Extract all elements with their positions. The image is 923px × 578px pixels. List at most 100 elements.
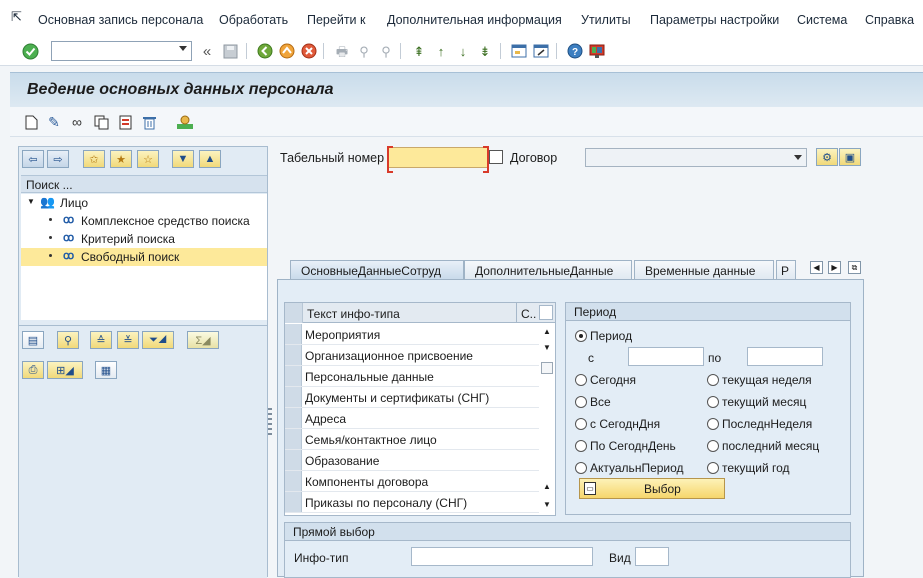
row-selector[interactable] xyxy=(285,492,302,512)
save-icon[interactable] xyxy=(221,42,239,60)
menu-settings[interactable]: Параметры настройки xyxy=(650,13,779,27)
menu-system[interactable]: Система xyxy=(797,13,847,27)
tab-basic-data[interactable]: ОсновныеДанныеСотруд xyxy=(290,260,464,280)
add-favorite-star-icon[interactable]: ✩ xyxy=(83,150,105,168)
tree-structure-icon[interactable]: ⚙ xyxy=(816,148,838,166)
column-header-short[interactable]: С.. xyxy=(521,307,536,321)
infotype-field[interactable] xyxy=(411,547,593,566)
change-pencil-icon[interactable]: ✎ xyxy=(45,113,63,131)
view-field[interactable] xyxy=(635,547,669,566)
delimit-icon[interactable] xyxy=(116,113,134,131)
menu-goto[interactable]: Перейти к xyxy=(307,13,365,27)
personnel-number-field[interactable] xyxy=(387,146,489,173)
command-field[interactable] xyxy=(51,41,192,61)
print-preview-icon[interactable]: ⎙ xyxy=(22,361,44,379)
tree-item-free-search[interactable]: ꝏ Свободный поиск xyxy=(21,248,267,266)
value-help-icon[interactable] xyxy=(489,150,503,164)
radio-all[interactable] xyxy=(575,396,587,408)
row-selector[interactable] xyxy=(285,345,302,365)
scroll-down-arrow-icon[interactable]: ▼ xyxy=(543,500,551,509)
table-row[interactable]: Персональные данные xyxy=(285,366,539,387)
radio-current-period[interactable] xyxy=(575,462,587,474)
new-session-icon[interactable] xyxy=(510,42,528,60)
radio-current-year[interactable] xyxy=(707,462,719,474)
tab-scroll-left-icon[interactable]: ◀ xyxy=(810,261,823,274)
radio-last-month[interactable] xyxy=(707,440,719,452)
column-header-infotype-text[interactable]: Текст инфо-типа xyxy=(307,307,400,321)
exit-icon[interactable] xyxy=(278,42,296,60)
back-icon[interactable] xyxy=(256,42,274,60)
menu-icon[interactable]: ⇱ xyxy=(11,9,22,25)
overview-person-icon[interactable] xyxy=(176,113,194,131)
sort-ascending-icon[interactable]: ≙ xyxy=(90,331,112,349)
nav-forward-arrow-icon[interactable]: ⇨ xyxy=(47,150,69,168)
menu-utilities[interactable]: Утилиты xyxy=(581,13,631,27)
find-magnifier-icon[interactable]: ⚲ xyxy=(57,331,79,349)
row-selector[interactable] xyxy=(285,408,302,428)
radio-from-today[interactable] xyxy=(575,418,587,430)
display-glasses-icon[interactable]: ∞ xyxy=(68,113,86,131)
chevron-down-icon[interactable] xyxy=(794,155,802,160)
tab-scroll-right-icon[interactable]: ▶ xyxy=(828,261,841,274)
next-page-icon[interactable]: ↓ xyxy=(454,42,472,60)
row-selector[interactable] xyxy=(285,387,302,407)
tree-item-complex-search[interactable]: ꝏ Комплексное средство поиска xyxy=(21,212,267,230)
period-to-field[interactable] xyxy=(747,347,823,366)
tree-expand-arrow-icon[interactable]: ▼ xyxy=(27,197,35,206)
chevron-down-icon[interactable] xyxy=(179,46,187,51)
filter-funnel-icon[interactable]: ⏷◢ xyxy=(142,331,174,349)
row-selector[interactable] xyxy=(285,471,302,491)
tab-additional-data[interactable]: ДополнительныеДанные xyxy=(464,260,632,280)
radio-current-week[interactable] xyxy=(707,374,719,386)
tree-root-person[interactable]: ▼ 👥 Лицо xyxy=(21,194,267,212)
collapse-icon[interactable]: « xyxy=(198,42,216,60)
splitter-grip[interactable] xyxy=(268,408,272,436)
radio-last-week[interactable] xyxy=(707,418,719,430)
nav-back-arrow-icon[interactable]: ⇦ xyxy=(22,150,44,168)
table-row[interactable]: Компоненты договора xyxy=(285,471,539,492)
table-row[interactable]: Организационное присвоение xyxy=(285,345,539,366)
row-selector[interactable] xyxy=(285,429,302,449)
sum-sigma-icon[interactable]: Σ◢ xyxy=(187,331,219,349)
contract-select[interactable] xyxy=(585,148,807,167)
edit-favorite-star-icon[interactable]: ☆ xyxy=(137,150,159,168)
cancel-icon[interactable] xyxy=(300,42,318,60)
export-icon[interactable]: ⊞◢ xyxy=(47,361,83,379)
enter-check-icon[interactable] xyxy=(21,42,39,60)
table-row[interactable]: Адреса xyxy=(285,408,539,429)
scroll-down-arrow-icon[interactable]: ▼ xyxy=(543,343,551,352)
last-page-icon[interactable]: ⇟ xyxy=(476,42,494,60)
column-settings-cell[interactable] xyxy=(539,305,553,320)
layout-icon[interactable]: ▦ xyxy=(95,361,117,379)
select-button[interactable]: ▭ Выбор xyxy=(579,478,725,499)
copy-icon[interactable] xyxy=(92,113,110,131)
favorite-star-icon[interactable]: ★ xyxy=(110,150,132,168)
table-row[interactable]: Документы и сертификаты (СНГ) xyxy=(285,387,539,408)
sort-descending-icon[interactable]: ≚ xyxy=(117,331,139,349)
table-row[interactable]: Образование xyxy=(285,450,539,471)
find-icon[interactable]: ⚲ xyxy=(355,42,373,60)
delete-trash-icon[interactable] xyxy=(140,113,158,131)
select-all-cell[interactable] xyxy=(285,303,303,323)
first-page-icon[interactable]: ⇞ xyxy=(410,42,428,60)
table-row[interactable]: Семья/контактное лицо xyxy=(285,429,539,450)
details-list-icon[interactable]: ▤ xyxy=(22,331,44,349)
tree-item-search-criteria[interactable]: ꝏ Критерий поиска xyxy=(21,230,267,248)
radio-current-month[interactable] xyxy=(707,396,719,408)
expand-up-icon[interactable]: ▲ xyxy=(199,150,221,168)
table-row[interactable]: Приказы по персоналу (СНГ) xyxy=(285,492,539,513)
tab-list-icon[interactable]: ⧉ xyxy=(848,261,861,274)
person-details-icon[interactable]: ▣ xyxy=(839,148,861,166)
tab-time-data[interactable]: Временные данные xyxy=(634,260,774,280)
tab-overflow[interactable]: Р xyxy=(776,260,796,280)
help-icon[interactable]: ? xyxy=(566,42,584,60)
collapse-down-icon[interactable]: ▼ xyxy=(172,150,194,168)
radio-today[interactable] xyxy=(575,374,587,386)
row-selector[interactable] xyxy=(285,366,302,386)
menu-personnel-record[interactable]: Основная запись персонала xyxy=(38,13,203,27)
scroll-up-arrow-icon[interactable]: ▲ xyxy=(543,482,551,491)
radio-to-today[interactable] xyxy=(575,440,587,452)
menu-help[interactable]: Справка xyxy=(865,13,914,27)
previous-page-icon[interactable]: ↑ xyxy=(432,42,450,60)
scroll-up-arrow-icon[interactable]: ▲ xyxy=(543,327,551,336)
